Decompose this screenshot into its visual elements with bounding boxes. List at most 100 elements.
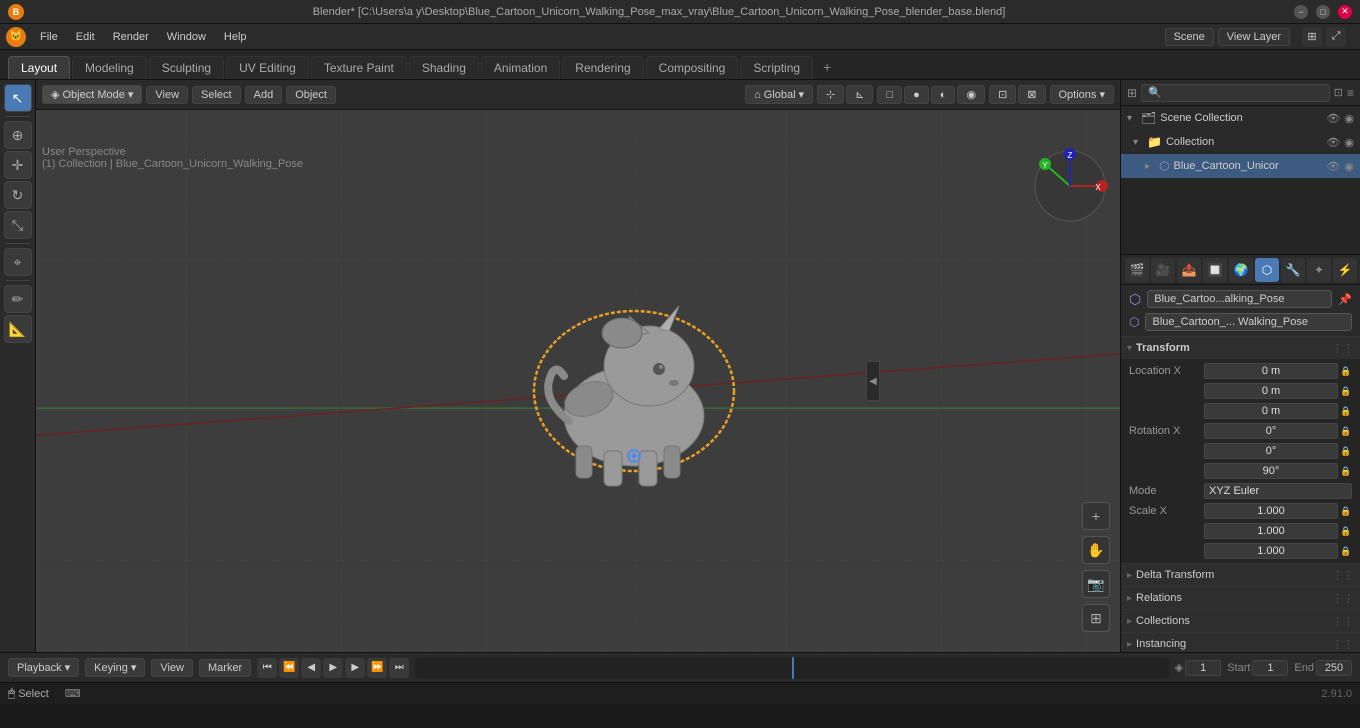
tool-scale[interactable]: ⤡	[4, 211, 32, 239]
obj-data-name[interactable]: Blue_Cartoon_... Walking_Pose	[1145, 313, 1352, 331]
tool-rotate[interactable]: ↻	[4, 181, 32, 209]
grid-button[interactable]: ⊞	[1082, 604, 1110, 632]
tab-uv-editing[interactable]: UV Editing	[226, 56, 309, 79]
viewport-gizmos[interactable]: + ✋ 📷 ⊞	[1082, 502, 1110, 632]
prop-tab-output[interactable]: 📤	[1177, 258, 1201, 282]
editor-type-icon[interactable]: ⊞	[1302, 27, 1322, 47]
collection-render-icon[interactable]: ◉	[1344, 136, 1354, 149]
step-back-button[interactable]: ⏪	[279, 658, 299, 678]
delta-options-icon[interactable]: ⋮⋮	[1332, 569, 1354, 582]
view-menu[interactable]: View	[146, 86, 188, 104]
rotation-x-value[interactable]: 0°	[1204, 423, 1338, 439]
mode-selector[interactable]: ◈ Object Mode ▾	[42, 85, 142, 104]
close-button[interactable]: ✕	[1338, 5, 1352, 19]
location-y-value[interactable]: 0 m	[1204, 383, 1338, 399]
viewport-canvas[interactable]: User Perspective (1) Collection | Blue_C…	[36, 110, 1120, 652]
jump-start-button[interactable]: ⏮	[257, 658, 277, 678]
timeline-ruler[interactable]	[415, 657, 1168, 679]
collections-options-icon[interactable]: ⋮⋮	[1332, 615, 1354, 628]
outliner-options-icon[interactable]: ≡	[1347, 86, 1354, 100]
scale-x-lock[interactable]: 🔒	[1340, 506, 1352, 517]
panel-collapse-button[interactable]: ◀	[866, 361, 880, 401]
minimize-button[interactable]: −	[1294, 5, 1308, 19]
next-frame-button[interactable]: ▶	[345, 658, 365, 678]
blender-menu-logo[interactable]: 🐱	[6, 27, 26, 47]
tab-scripting[interactable]: Scripting	[740, 56, 813, 79]
prop-tab-render[interactable]: 🎥	[1151, 258, 1175, 282]
maximize-button[interactable]: □	[1316, 5, 1330, 19]
instancing-options-icon[interactable]: ⋮⋮	[1332, 638, 1354, 651]
tab-sculpting[interactable]: Sculpting	[149, 56, 224, 79]
tab-rendering[interactable]: Rendering	[562, 56, 643, 79]
collections-header[interactable]: ▸ Collections ⋮⋮	[1121, 610, 1360, 632]
tool-measure[interactable]: 📐	[4, 315, 32, 343]
filter-icon[interactable]: ⊡	[1334, 86, 1343, 99]
playback-menu[interactable]: Playback ▾	[8, 658, 79, 677]
object-visibility-icon[interactable]: 👁	[1326, 160, 1340, 173]
tab-shading[interactable]: Shading	[409, 56, 479, 79]
collection-row[interactable]: ▾ 📁 Collection 👁 ◉	[1121, 130, 1360, 154]
play-button[interactable]: ▶	[323, 658, 343, 678]
zoom-in-button[interactable]: +	[1082, 502, 1110, 530]
scene-render-icon[interactable]: ◉	[1344, 112, 1354, 125]
scale-y-value[interactable]: 1.000	[1204, 523, 1338, 539]
end-frame-input[interactable]: 250	[1316, 660, 1352, 676]
overlay-toggle[interactable]: ⊡	[989, 85, 1016, 104]
tool-transform[interactable]: ⌖	[4, 248, 32, 276]
current-frame-input[interactable]: 1	[1185, 660, 1221, 676]
tool-select[interactable]: ↖	[4, 84, 32, 112]
view-menu-timeline[interactable]: View	[151, 659, 193, 677]
object-render-icon[interactable]: ◉	[1344, 160, 1354, 173]
shading-material[interactable]: ◐	[931, 86, 956, 104]
rotation-z-lock[interactable]: 🔒	[1340, 466, 1352, 477]
menu-window[interactable]: Window	[159, 29, 214, 45]
scene-selector[interactable]: Scene	[1165, 28, 1214, 46]
scale-z-value[interactable]: 1.000	[1204, 543, 1338, 559]
transform-options-icon[interactable]: ⋮⋮	[1332, 342, 1354, 355]
instancing-header[interactable]: ▸ Instancing ⋮⋮	[1121, 633, 1360, 652]
tool-move[interactable]: ✛	[4, 151, 32, 179]
tool-cursor[interactable]: ⊕	[4, 121, 32, 149]
scale-y-lock[interactable]: 🔒	[1340, 526, 1352, 537]
location-x-value[interactable]: 0 m	[1204, 363, 1338, 379]
scene-collection-row[interactable]: ▾ 🗂 Scene Collection 👁 ◉	[1121, 106, 1360, 130]
relations-options-icon[interactable]: ⋮⋮	[1332, 592, 1354, 605]
location-z-value[interactable]: 0 m	[1204, 403, 1338, 419]
start-frame-input[interactable]: 1	[1252, 660, 1288, 676]
full-screen-icon[interactable]: ⤢	[1326, 27, 1346, 47]
obj-name-field[interactable]: Blue_Cartoo...alking_Pose	[1147, 290, 1332, 308]
tab-compositing[interactable]: Compositing	[646, 56, 739, 79]
prop-tab-view-layer[interactable]: 🔲	[1203, 258, 1227, 282]
transform-section-header[interactable]: ▾ Transform ⋮⋮	[1121, 337, 1360, 359]
options-btn[interactable]: Options ▾	[1050, 85, 1115, 104]
keying-menu[interactable]: Keying ▾	[85, 658, 145, 677]
tab-texture-paint[interactable]: Texture Paint	[311, 56, 407, 79]
rotation-y-lock[interactable]: 🔒	[1340, 446, 1352, 457]
transform-selector[interactable]: ⌂ Global ▾	[745, 85, 813, 104]
view-layer-selector[interactable]: View Layer	[1218, 28, 1290, 46]
snap-toggle[interactable]: ⊹	[817, 85, 844, 104]
prop-tab-world[interactable]: 🌍	[1229, 258, 1253, 282]
menu-file[interactable]: File	[32, 29, 66, 45]
camera-button[interactable]: 📷	[1082, 570, 1110, 598]
rotation-z-value[interactable]: 90°	[1204, 463, 1338, 479]
add-menu[interactable]: Add	[245, 86, 283, 104]
jump-end-button[interactable]: ⏭	[389, 658, 409, 678]
shading-render[interactable]: ◉	[957, 85, 985, 104]
menu-edit[interactable]: Edit	[68, 29, 103, 45]
tab-animation[interactable]: Animation	[481, 56, 560, 79]
prop-tab-scene[interactable]: 🎬	[1125, 258, 1149, 282]
scale-x-value[interactable]: 1.000	[1204, 503, 1338, 519]
xray-toggle[interactable]: ⊠	[1018, 85, 1045, 104]
pin-icon[interactable]: 📌	[1338, 293, 1352, 306]
tool-annotate[interactable]: ✏	[4, 285, 32, 313]
location-z-lock[interactable]: 🔒	[1340, 406, 1352, 417]
object-menu[interactable]: Object	[286, 86, 336, 104]
delta-transform-header[interactable]: ▸ Delta Transform ⋮⋮	[1121, 564, 1360, 586]
add-workspace-button[interactable]: +	[815, 55, 839, 79]
rotation-x-lock[interactable]: 🔒	[1340, 426, 1352, 437]
menu-render[interactable]: Render	[105, 29, 157, 45]
proportional-edit[interactable]: ⊾	[846, 85, 873, 104]
rotation-mode-value[interactable]: XYZ Euler	[1204, 483, 1352, 499]
marker-menu[interactable]: Marker	[199, 659, 251, 677]
